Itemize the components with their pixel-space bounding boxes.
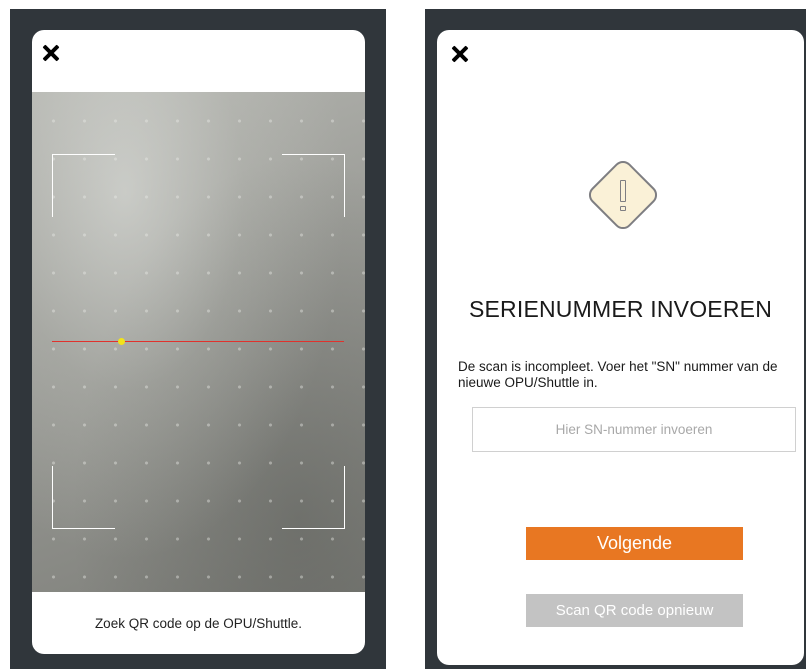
- camera-viewfinder: [32, 92, 365, 592]
- scan-focus-dot: [118, 338, 125, 345]
- scan-line: [52, 341, 344, 342]
- scan-screen-phone: Zoek QR code op de OPU/Shuttle.: [10, 9, 386, 669]
- warning-icon: [584, 156, 662, 234]
- viewfinder-corner-top-right: [282, 154, 345, 217]
- close-icon[interactable]: [42, 44, 60, 62]
- serial-number-input[interactable]: [472, 407, 796, 452]
- exclamation-bar: [620, 180, 626, 202]
- viewfinder-corner-bottom-right: [282, 466, 345, 529]
- viewfinder-corner-bottom-left: [52, 466, 115, 529]
- dialog-description: De scan is incompleet. Voer het "SN" num…: [458, 359, 778, 390]
- viewfinder-corner-top-left: [52, 154, 115, 217]
- scan-hint-text: Zoek QR code op de OPU/Shuttle.: [94, 615, 303, 631]
- dialog-title: SERIENUMMER INVOEREN: [468, 296, 773, 322]
- scan-screen: Zoek QR code op de OPU/Shuttle.: [32, 30, 365, 654]
- serial-number-dialog: SERIENUMMER INVOEREN De scan is incomple…: [437, 30, 804, 665]
- close-icon[interactable]: [451, 45, 469, 63]
- exclamation-dot: [620, 206, 626, 211]
- rescan-qr-button[interactable]: Scan QR code opnieuw: [526, 594, 743, 627]
- next-button[interactable]: Volgende: [526, 527, 743, 560]
- serial-screen-phone: SERIENUMMER INVOEREN De scan is incomple…: [425, 9, 806, 669]
